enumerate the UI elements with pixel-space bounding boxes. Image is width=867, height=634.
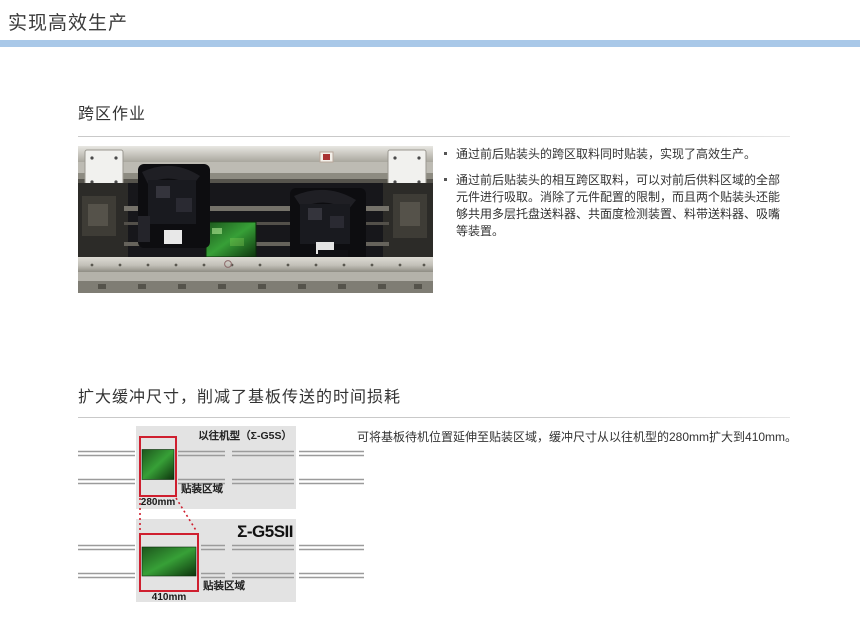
crosszone-bullet-list: 通过前后贴装头的跨区取料同时贴装，实现了高效生产。 通过前后贴装头的相互跨区取料… (443, 146, 791, 249)
bullet-item: 通过前后贴装头的跨区取料同时贴装，实现了高效生产。 (443, 146, 791, 163)
warning-label (320, 152, 333, 162)
new-buffer-size-label: 410mm (152, 592, 187, 603)
old-area-label: 贴装区域 (180, 482, 223, 495)
bullet-text: 通过前后贴装头的相互跨区取料，可以对前后供料区域的全部元件进行吸取。消除了元件配… (456, 173, 780, 238)
pcb-board-old (142, 450, 174, 480)
old-model-label: 以往机型（Σ-G5S） (198, 429, 292, 442)
placement-head-left (138, 164, 210, 248)
page-title: 实现高效生产 (8, 8, 128, 35)
bullet-text: 通过前后贴装头的跨区取料同时贴装，实现了高效生产。 (456, 147, 756, 161)
section-heading-buffer: 扩大缓冲尺寸，削减了基板传送的时间损耗 (78, 383, 401, 407)
section-heading-crosszone: 跨区作业 (78, 100, 146, 124)
accent-bar (0, 40, 860, 47)
bullet-dot-icon (444, 152, 447, 155)
bullet-item: 通过前后贴装头的相互跨区取料，可以对前后供料区域的全部元件进行吸取。消除了元件配… (443, 172, 791, 240)
old-buffer-size-label: 280mm (141, 497, 176, 508)
pcb-board-new (142, 547, 196, 576)
buffer-size-diagram: 以往机型（Σ-G5S） 贴装区域 280mm Σ-G5SII 贴装区域 410m… (78, 424, 368, 610)
new-area-label: 贴装区域 (202, 579, 245, 592)
new-model-logo: Σ-G5SII (237, 522, 293, 541)
bullet-dot-icon (444, 178, 447, 181)
smt-machine-photo (78, 146, 433, 293)
product-feature-page: 实现高效生产 跨区作业 (0, 0, 867, 634)
section-divider (78, 417, 790, 418)
section-divider (78, 136, 790, 137)
buffer-description: 可将基板待机位置延伸至贴装区域，缓冲尺寸从以往机型的280mm扩大到410mm。 (357, 429, 807, 446)
